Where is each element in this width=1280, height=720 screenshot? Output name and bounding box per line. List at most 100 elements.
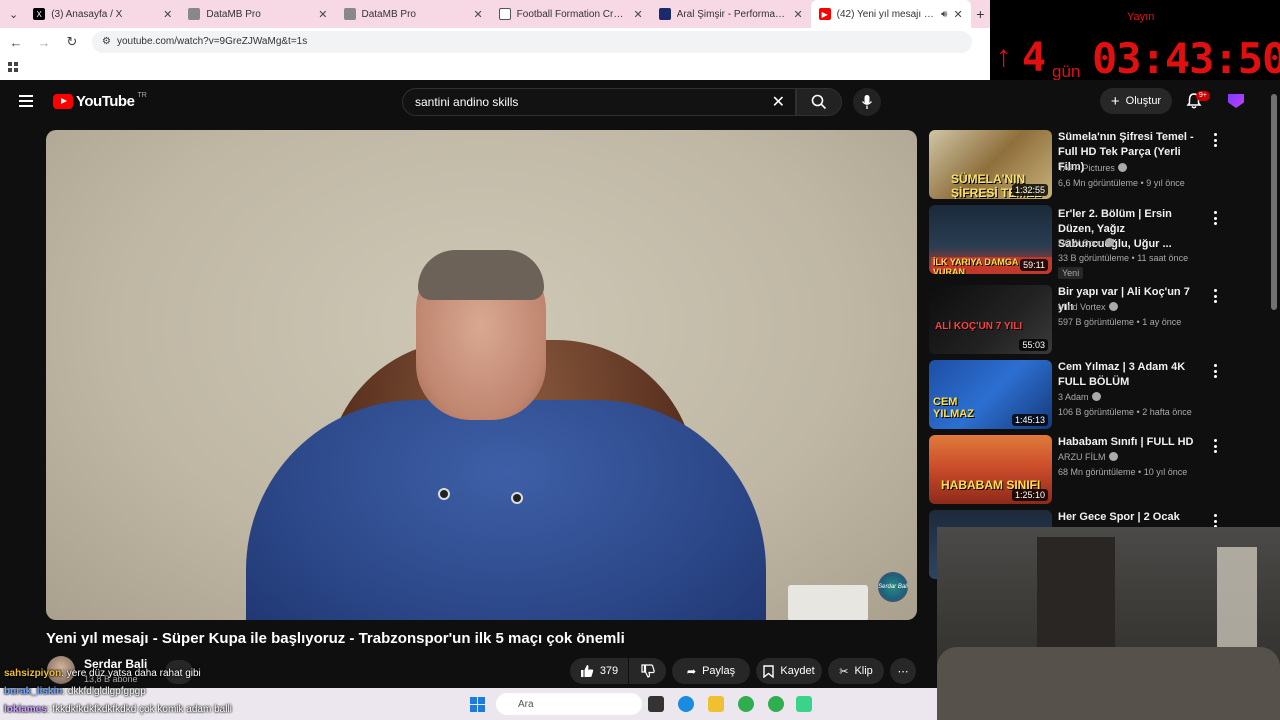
duration-badge: 1:25:10 [1011,489,1048,501]
app-icon[interactable] [796,696,812,712]
forward-icon[interactable]: → [36,35,52,50]
chat-message: burak_liskin: dkkfdlgldlgpfgpgp [4,686,146,697]
browser-tab[interactable]: DataMB Pro ✕ [180,0,335,28]
close-tab-icon[interactable]: ✕ [163,8,172,21]
reload-icon[interactable]: ↻ [64,34,80,50]
verified-icon [1091,392,1101,401]
tab-title: (42) Yeni yıl mesajı - Süper [836,8,935,20]
kebab-menu-icon[interactable] [1214,289,1218,303]
recommendation-meta: 597 B görüntüleme • 1 ay önce [1058,317,1182,327]
save-button[interactable]: Kaydet [756,658,822,684]
recommendation-channel[interactable]: ARZU FİLM [1058,452,1118,462]
verified-icon [1108,302,1118,311]
voice-search-button[interactable] [853,88,881,116]
apps-grid-icon[interactable] [8,62,18,72]
video-thumbnail[interactable]: CEM YILMAZ 1:45:13 [929,360,1052,429]
video-thumbnail[interactable]: SÜMELA'NIN ŞİFRESİ TEMEL 1:32:55 [929,130,1052,199]
new-tab-icon[interactable]: + [971,6,990,22]
recommendation-title[interactable]: Cem Yılmaz | 3 Adam 4K FULL BÖLÜM [1058,360,1198,390]
tab-title: Football Formation Creator: Re [516,8,628,20]
recommendation-channel[interactable]: 3 Adam [1058,392,1101,402]
browser-tab[interactable]: DataMB Pro ✕ [336,0,491,28]
close-tab-icon[interactable]: ✕ [793,8,802,21]
search-button[interactable] [796,88,842,116]
duration-badge: 59:11 [1020,259,1048,271]
verified-icon [1104,238,1114,247]
taskbar-search[interactable]: Ara [496,693,642,715]
site-info-icon[interactable]: ⚙ [102,31,111,53]
browser-tab[interactable]: X (3) Anasayfa / X ✕ [25,0,180,28]
recommendation-meta: 33 B görüntüleme • 11 saat önce [1058,253,1189,263]
thumbs-up-icon [580,665,593,677]
thumbs-down-icon [640,664,655,678]
recommendation-channel[interactable]: TAFF Pictures [1058,163,1127,173]
webcam-overlay [937,527,1280,720]
url-field[interactable]: ⚙ youtube.com/watch?v=9GreZJWaMg&t=1s [92,31,972,53]
recommendation-meta: 68 Mn görüntüleme • 10 yıl önce [1058,467,1188,477]
tab-search-dropdown-icon[interactable]: ⌄ [2,2,25,26]
datamb-icon [188,8,201,20]
video-thumbnail[interactable]: ALİ KOÇ'UN 7 YILI 55:03 [929,285,1052,354]
browser-tab[interactable]: Aral Şimşir - Performans bilgile ✕ [651,0,811,28]
microphone-icon [861,95,873,109]
speaker-body [246,400,766,620]
file-explorer-icon[interactable] [708,696,724,712]
recommendation-channel[interactable]: Mind Vortex [1058,302,1118,312]
tab-title: Aral Şimşir - Performans bilgile [676,8,788,20]
recommendation-channel[interactable]: NOW Spor [1058,238,1114,248]
thumbnail-text: ALİ KOÇ'UN 7 YILI [935,321,1023,332]
scissors-icon: ✂ [839,665,849,678]
hamburger-menu-icon[interactable] [19,95,33,107]
bookmark-icon [763,664,775,678]
clip-button[interactable]: ✂ Klip [828,658,884,684]
x-icon: X [33,8,46,20]
bookmarks-bar [0,56,990,80]
youtube-play-icon [53,94,73,109]
dislike-button[interactable] [629,658,666,684]
timer-days-unit: gün [1052,62,1081,81]
kebab-menu-icon[interactable] [1214,133,1218,147]
like-count: 379 [599,665,619,677]
share-button[interactable]: ➦ Paylaş [672,658,750,684]
video-thumbnail[interactable]: İLK YARIYA DAMGA VURAN 59:11 [929,205,1052,274]
close-tab-icon[interactable]: ✕ [318,8,327,21]
kebab-menu-icon[interactable] [1214,439,1218,453]
browser-tab-bar: ⌄ X (3) Anasayfa / X ✕ DataMB Pro ✕ Data… [0,0,990,28]
browser-tab[interactable]: Football Formation Creator: Re ✕ [491,0,651,28]
clear-search-icon[interactable]: ✕ [772,92,785,112]
recommendation-title[interactable]: Hababam Sınıfı | FULL HD [1058,435,1198,450]
kebab-menu-icon[interactable] [1214,364,1218,378]
close-tab-icon[interactable]: ✕ [953,8,962,21]
close-tab-icon[interactable]: ✕ [633,8,642,21]
chrome-icon[interactable] [738,696,754,712]
browser-tab-active[interactable]: ▶ (42) Yeni yıl mesajı - Süper 🔊︎ ✕ [810,0,971,28]
like-button[interactable]: 379 [570,658,628,684]
address-bar: ← → ↻ ⚙ youtube.com/watch?v=9GreZJWaMg&t… [0,28,990,56]
close-tab-icon[interactable]: ✕ [473,8,482,21]
datamb-icon [343,8,356,20]
save-label: Kaydet [780,665,815,677]
channel-watermark[interactable]: Serdar Bali [878,572,908,602]
search-input[interactable]: santini andino skills ✕ [402,88,796,116]
youtube-logo[interactable]: YouTube TR [53,92,147,110]
windows-start-icon[interactable] [470,697,485,712]
clip-label: Klip [854,665,873,677]
video-thumbnail[interactable]: HABABAM SINIFI 1:25:10 [929,435,1052,504]
webcam-bed [937,647,1280,720]
task-view-icon[interactable] [648,696,664,712]
chrome-icon[interactable] [768,696,784,712]
more-actions-icon[interactable]: ⋯ [890,658,916,684]
edge-icon[interactable] [678,696,694,712]
lapel-mic-icon [438,488,450,500]
video-player[interactable]: Serdar Bali [46,130,917,620]
url-text: youtube.com/watch?v=9GreZJWaMg&t=1s [116,36,308,47]
taskbar-search-text: Ara [518,698,534,710]
create-button[interactable]: + Oluştur [1100,88,1172,114]
kebab-menu-icon[interactable] [1214,211,1218,225]
back-icon[interactable]: ← [8,35,24,50]
timer-clock: 03:43:50 [1092,34,1280,83]
timer-label: Yayın [1127,11,1155,23]
audio-playing-icon[interactable]: 🔊︎ [941,9,947,20]
sidebar-scrollbar[interactable] [1271,94,1277,310]
kebab-menu-icon[interactable] [1214,514,1218,528]
